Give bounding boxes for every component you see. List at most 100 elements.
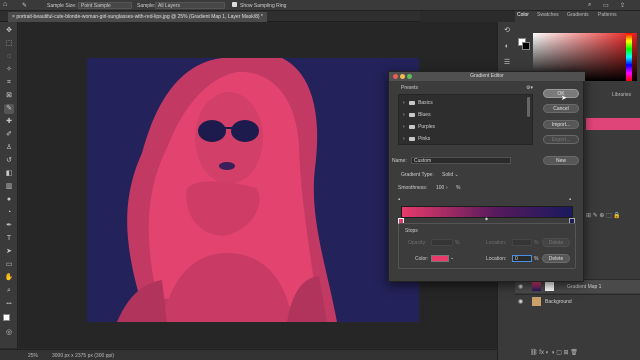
smoothness-unit: % (456, 185, 461, 191)
path-select-icon[interactable]: ➤ (4, 247, 14, 257)
hue-slider[interactable] (626, 33, 632, 81)
brush-tool-icon[interactable]: ✐ (4, 130, 14, 140)
opacity-location-field[interactable] (512, 239, 532, 246)
frame-tool-icon[interactable]: ⊠ (4, 91, 14, 101)
history-panel-icon[interactable]: ⟲ (502, 26, 512, 36)
delete-color-stop-button[interactable]: Delete (542, 254, 570, 263)
tab-gradients[interactable]: Gradients (567, 12, 589, 18)
close-window-icon[interactable] (393, 74, 398, 79)
eraser-tool-icon[interactable]: ◧ (4, 169, 14, 179)
properties-panel-icon[interactable]: ☰ (502, 58, 512, 68)
preset-folder-label: Pinks (418, 136, 431, 142)
document-tab[interactable]: × portrait-beautiful-cute-blonde-woman-g… (8, 12, 267, 22)
folder-icon (409, 112, 416, 117)
gradient-type-label: Gradient Type: (401, 172, 434, 178)
delete-opacity-stop-button[interactable]: Delete (542, 238, 570, 247)
home-icon[interactable]: ⌂ (3, 1, 7, 8)
hand-tool-icon[interactable]: ✋ (4, 273, 14, 283)
share-icon[interactable]: ⇪ (620, 2, 625, 9)
pen-tool-icon[interactable]: ✒ (4, 221, 14, 231)
midpoint-diamond-icon[interactable]: ◆ (485, 216, 488, 221)
gradient-type-value: Solid (442, 172, 454, 178)
portrait-gradient-map-image (87, 58, 419, 322)
minimize-window-icon[interactable] (400, 74, 405, 79)
zoom-level[interactable]: 25% (28, 353, 38, 359)
import-button[interactable]: Import... (543, 120, 579, 129)
cancel-button[interactable]: Cancel (543, 104, 579, 113)
stop-color-swatch[interactable] (431, 255, 449, 262)
tab-libraries[interactable]: Libraries (612, 92, 631, 98)
search-icon[interactable]: ⌕ (588, 2, 591, 9)
quick-mask-icon[interactable]: ◎ (4, 328, 14, 338)
color-menu-icon[interactable]: ⌄ (450, 255, 454, 261)
rectangle-tool-icon[interactable]: ▭ (4, 260, 14, 270)
layer-row[interactable]: ◉ Background (515, 294, 640, 308)
dodge-tool-icon[interactable]: ◔ (4, 208, 14, 218)
preset-folder-label: Purples (418, 124, 436, 130)
preset-folder[interactable]: › Blues (403, 112, 431, 118)
document-image[interactable] (87, 58, 419, 322)
opacity-stop-right-icon[interactable]: ▪ (569, 197, 571, 203)
tools-panel: ✥ ⬚ ◌ ✧ ⌗ ⊠ ✎ ✚ ✐ ♙ ↺ ◧ ▥ ● ◔ ✒ T ➤ ▭ ✋ … (0, 22, 18, 348)
panel-background-swatch[interactable] (522, 42, 530, 50)
new-button[interactable]: New (543, 156, 579, 165)
color-label: Color: (415, 256, 429, 262)
visibility-eye-icon[interactable]: ◉ (518, 298, 523, 305)
tab-color[interactable]: Color (517, 12, 529, 18)
layer-name: Gradient Map 1 (567, 284, 602, 290)
adjustments-panel-icon[interactable]: ◐ (502, 42, 512, 52)
presets-scrollbar[interactable] (527, 97, 530, 117)
preset-folder[interactable]: › Basics (403, 100, 433, 106)
crop-tool-icon[interactable]: ⌗ (4, 78, 14, 88)
opacity-location-unit: % (534, 240, 539, 246)
preset-folder[interactable]: › Purples (403, 124, 435, 130)
export-button[interactable]: Export... (543, 135, 579, 144)
type-tool-icon[interactable]: T (4, 234, 14, 244)
healing-brush-icon[interactable]: ✚ (4, 117, 14, 127)
gradient-type-dropdown[interactable]: Solid ⌄ (442, 172, 459, 178)
sample-dropdown[interactable]: All Layers (155, 2, 225, 9)
foreground-color-swatch[interactable] (3, 314, 10, 321)
layer-mask-thumbnail[interactable] (545, 282, 554, 291)
gradient-map-thumbnail (532, 282, 541, 291)
tab-swatches[interactable]: Swatches (537, 12, 559, 18)
show-ring-checkbox[interactable] (232, 2, 237, 7)
opacity-stop-left-icon[interactable]: ▪ (398, 197, 400, 203)
preset-folder-label: Basics (418, 100, 433, 106)
workspace-icon[interactable]: ▭ (603, 2, 609, 9)
blur-tool-icon[interactable]: ● (4, 195, 14, 205)
opacity-field[interactable] (431, 239, 453, 246)
smoothness-stepper-icon[interactable]: › (446, 185, 448, 191)
clone-stamp-icon[interactable]: ♙ (4, 143, 14, 153)
preset-folder-label: Blues (418, 112, 431, 118)
opacity-location-label: Location: (486, 240, 507, 246)
opacity-unit: % (455, 240, 460, 246)
presets-list[interactable]: › Basics › Blues › Purples › Pinks (398, 94, 533, 145)
visibility-eye-icon[interactable]: ◉ (518, 283, 523, 290)
tab-patterns[interactable]: Patterns (598, 12, 617, 18)
move-tool-icon[interactable]: ✥ (4, 26, 14, 36)
smoothness-value[interactable]: 100 (436, 185, 444, 191)
lasso-tool-icon[interactable]: ◌ (4, 52, 14, 62)
document-title: portrait-beautiful-cute-blonde-woman-gir… (16, 14, 263, 20)
color-location-field[interactable]: 0 (512, 255, 532, 262)
quick-select-tool-icon[interactable]: ✧ (4, 65, 14, 75)
dialog-title-bar: Gradient Editor (389, 72, 585, 81)
more-tools-icon[interactable]: ••• (4, 299, 14, 309)
document-size[interactable]: 3000 px x 2375 px (300 ppi) (52, 353, 114, 359)
marquee-tool-icon[interactable]: ⬚ (4, 39, 14, 49)
zoom-window-icon[interactable] (407, 74, 412, 79)
presets-gear-icon[interactable]: ⚙▾ (526, 85, 533, 91)
eyedropper-tool-icon[interactable]: ✎ (4, 104, 14, 114)
eyedropper-tool-icon[interactable]: ✎ (22, 2, 27, 9)
history-brush-icon[interactable]: ↺ (4, 156, 14, 166)
sample-size-dropdown[interactable]: Point Sample (78, 2, 132, 9)
zoom-tool-icon[interactable]: ⌕ (4, 286, 14, 296)
name-field[interactable]: Custom (411, 157, 511, 164)
layer-lock-icons[interactable]: ⊞ ✎ ⊕ ⬚ 🔒 (586, 212, 621, 219)
preset-folder[interactable]: › Pinks (403, 136, 430, 142)
layer-actions-icons[interactable]: ⛓ fx ◐ ◑ ▢ ⊞ 🗑 (530, 349, 578, 356)
gradient-tool-icon[interactable]: ▥ (4, 182, 14, 192)
color-location-label: Location: (486, 256, 507, 262)
opacity-label: Opacity: (408, 240, 427, 246)
